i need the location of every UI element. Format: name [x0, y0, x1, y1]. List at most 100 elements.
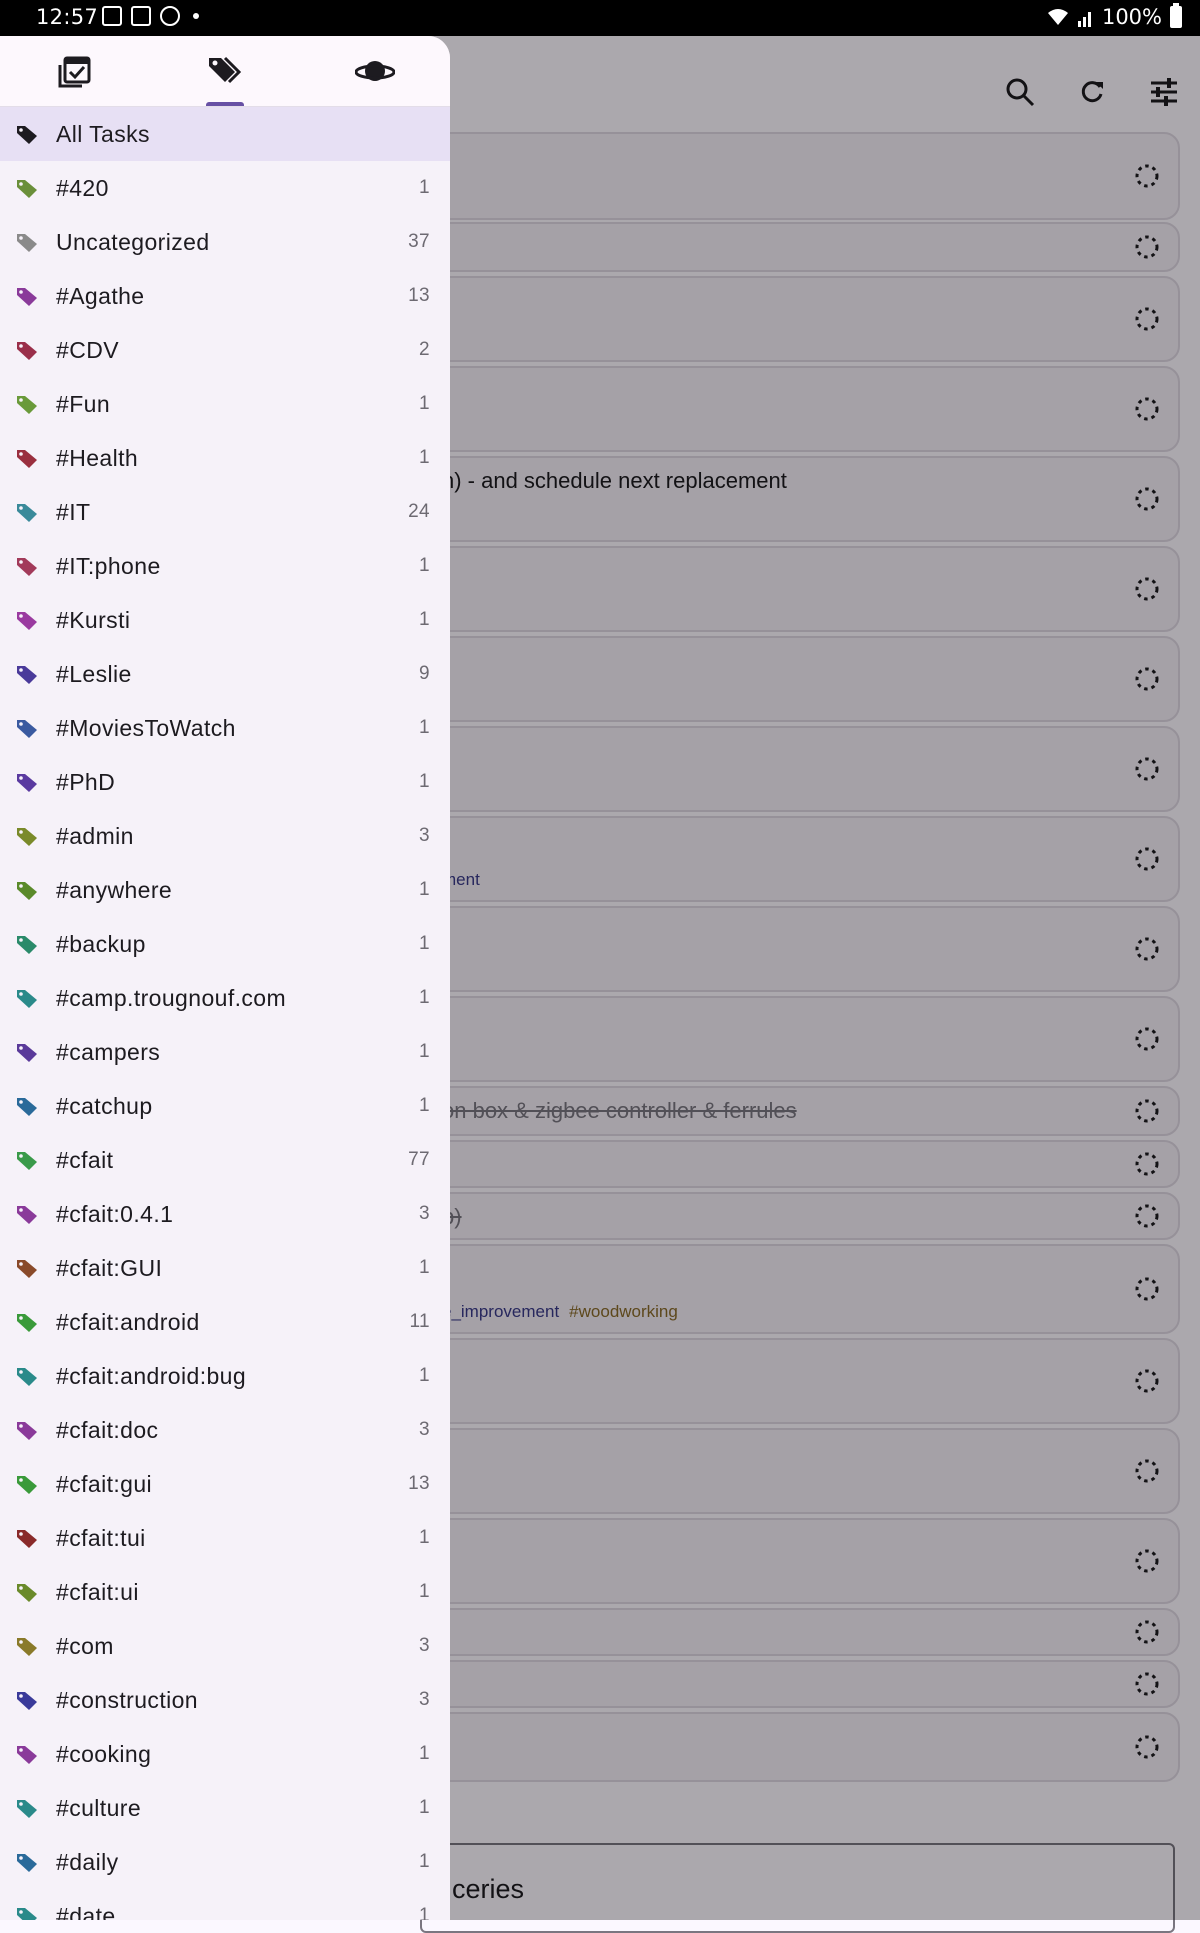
tag-name: #Agathe: [56, 283, 145, 309]
tag-count: 1: [419, 1851, 430, 1872]
tag-count: 77: [408, 1149, 430, 1170]
tag-count: 3: [419, 1689, 430, 1710]
tag-item[interactable]: #IT 24: [0, 485, 450, 539]
tag-count: 13: [408, 285, 430, 306]
tag-item[interactable]: #cfait:doc 3: [0, 1403, 450, 1457]
tag-item[interactable]: #culture 1: [0, 1781, 450, 1835]
tag-count: 2: [419, 339, 430, 360]
tag-item[interactable]: #cfait:gui 13: [0, 1457, 450, 1511]
tag-icon: [17, 288, 37, 306]
tag-icon: [17, 1260, 37, 1278]
tag-item[interactable]: Uncategorized 37: [0, 215, 450, 269]
tag-item[interactable]: #cfait:0.4.1 3: [0, 1187, 450, 1241]
tag-icon: [17, 720, 37, 738]
tag-item[interactable]: #com 3: [0, 1619, 450, 1673]
tag-name: #cfait:android:bug: [56, 1363, 247, 1389]
tag-count: 1: [419, 879, 430, 900]
tag-name: All Tasks: [56, 121, 150, 147]
tag-icon: [17, 1800, 37, 1818]
tag-item[interactable]: #cfait:android 11: [0, 1295, 450, 1349]
tag-item[interactable]: #date 1: [0, 1889, 450, 1920]
tag-name: #admin: [56, 823, 134, 849]
tag-count: 1: [419, 1095, 430, 1116]
more-notifications-icon: [193, 13, 199, 19]
tag-item[interactable]: #admin 3: [0, 809, 450, 863]
tag-count: 1: [419, 1041, 430, 1062]
tag-item[interactable]: #Fun 1: [0, 377, 450, 431]
tag-item[interactable]: #campers 1: [0, 1025, 450, 1079]
tag-name: #MoviesToWatch: [56, 715, 236, 741]
tag-count: 1: [419, 987, 430, 1008]
tag-icon: [17, 1476, 37, 1494]
tag-icon: [17, 504, 37, 522]
tag-name: #date: [56, 1903, 116, 1920]
tag-name: #daily: [56, 1849, 119, 1875]
tag-count: 1: [419, 393, 430, 414]
tag-icon: [17, 1098, 37, 1116]
tag-list: All Tasks #420 1 Uncategorized 37 #Agathe 13 #C…: [0, 107, 450, 1920]
tag-item[interactable]: #catchup 1: [0, 1079, 450, 1133]
status-time: 12:57: [36, 5, 99, 29]
signal-icon: [1077, 12, 1091, 27]
tag-item[interactable]: #PhD 1: [0, 755, 450, 809]
tag-name: #construction: [56, 1687, 198, 1713]
tag-name: #Leslie: [56, 661, 132, 687]
tag-name: #cfait:GUI: [56, 1255, 163, 1281]
tag-name: #cfait:tui: [56, 1525, 146, 1551]
tag-name: #Health: [56, 445, 139, 471]
tag-name: #cooking: [56, 1741, 152, 1767]
tag-name: #cfait:0.4.1: [56, 1201, 174, 1227]
tag-count: 1: [419, 933, 430, 954]
tag-count: 3: [419, 1419, 430, 1440]
tag-icon: [17, 450, 37, 468]
tag-item[interactable]: #Health 1: [0, 431, 450, 485]
tab-locations[interactable]: [300, 36, 450, 106]
tag-item[interactable]: #cooking 1: [0, 1727, 450, 1781]
tag-name: #Fun: [56, 391, 111, 417]
tag-item-all-tasks[interactable]: All Tasks: [0, 107, 450, 161]
tag-item[interactable]: #CDV 2: [0, 323, 450, 377]
app-notification-icon: [160, 6, 180, 26]
planet-icon: [355, 61, 395, 81]
tag-name: #cfait:android: [56, 1309, 200, 1335]
tab-tags[interactable]: [150, 36, 300, 106]
tag-item[interactable]: #420 1: [0, 161, 450, 215]
tag-icon: [17, 180, 37, 198]
battery-percent: 100%: [1101, 5, 1162, 29]
tag-item[interactable]: #IT:phone 1: [0, 539, 450, 593]
tag-item[interactable]: #daily 1: [0, 1835, 450, 1889]
tag-count: 13: [408, 1473, 430, 1494]
tag-item[interactable]: #anywhere 1: [0, 863, 450, 917]
tag-item[interactable]: #cfait:GUI 1: [0, 1241, 450, 1295]
tag-icon: [17, 1314, 37, 1332]
tag-item[interactable]: #cfait:android:bug 1: [0, 1349, 450, 1403]
tag-item[interactable]: #camp.trougnouf.com 1: [0, 971, 450, 1025]
tag-count: 1: [419, 1365, 430, 1386]
tag-item[interactable]: #backup 1: [0, 917, 450, 971]
tag-count: 37: [408, 231, 430, 252]
tag-item[interactable]: #Kursti 1: [0, 593, 450, 647]
tag-icon: [17, 1692, 37, 1710]
tag-icon: [17, 1044, 37, 1062]
tag-icon: [17, 990, 37, 1008]
tag-count: 1: [419, 609, 430, 630]
status-bar: 12:57 100%: [0, 0, 1200, 36]
tag-icon: [17, 1584, 37, 1602]
tag-name: #campers: [56, 1039, 161, 1065]
wifi-icon: [1047, 9, 1068, 25]
tag-count: 1: [419, 1743, 430, 1764]
tag-item[interactable]: #construction 3: [0, 1673, 450, 1727]
tag-item[interactable]: #Leslie 9: [0, 647, 450, 701]
tag-item[interactable]: #MoviesToWatch 1: [0, 701, 450, 755]
tag-count: 1: [419, 1797, 430, 1818]
tag-item[interactable]: #cfait:tui 1: [0, 1511, 450, 1565]
tag-name: #anywhere: [56, 877, 173, 903]
tab-calendar[interactable]: [0, 36, 150, 106]
tag-icon: [17, 1152, 37, 1170]
tag-item[interactable]: #Agathe 13: [0, 269, 450, 323]
tag-item[interactable]: #cfait:ui 1: [0, 1565, 450, 1619]
tag-icon: [17, 936, 37, 954]
tag-item[interactable]: #cfait 77: [0, 1133, 450, 1187]
tag-icon: [17, 1206, 37, 1224]
tag-count: 9: [419, 663, 430, 684]
